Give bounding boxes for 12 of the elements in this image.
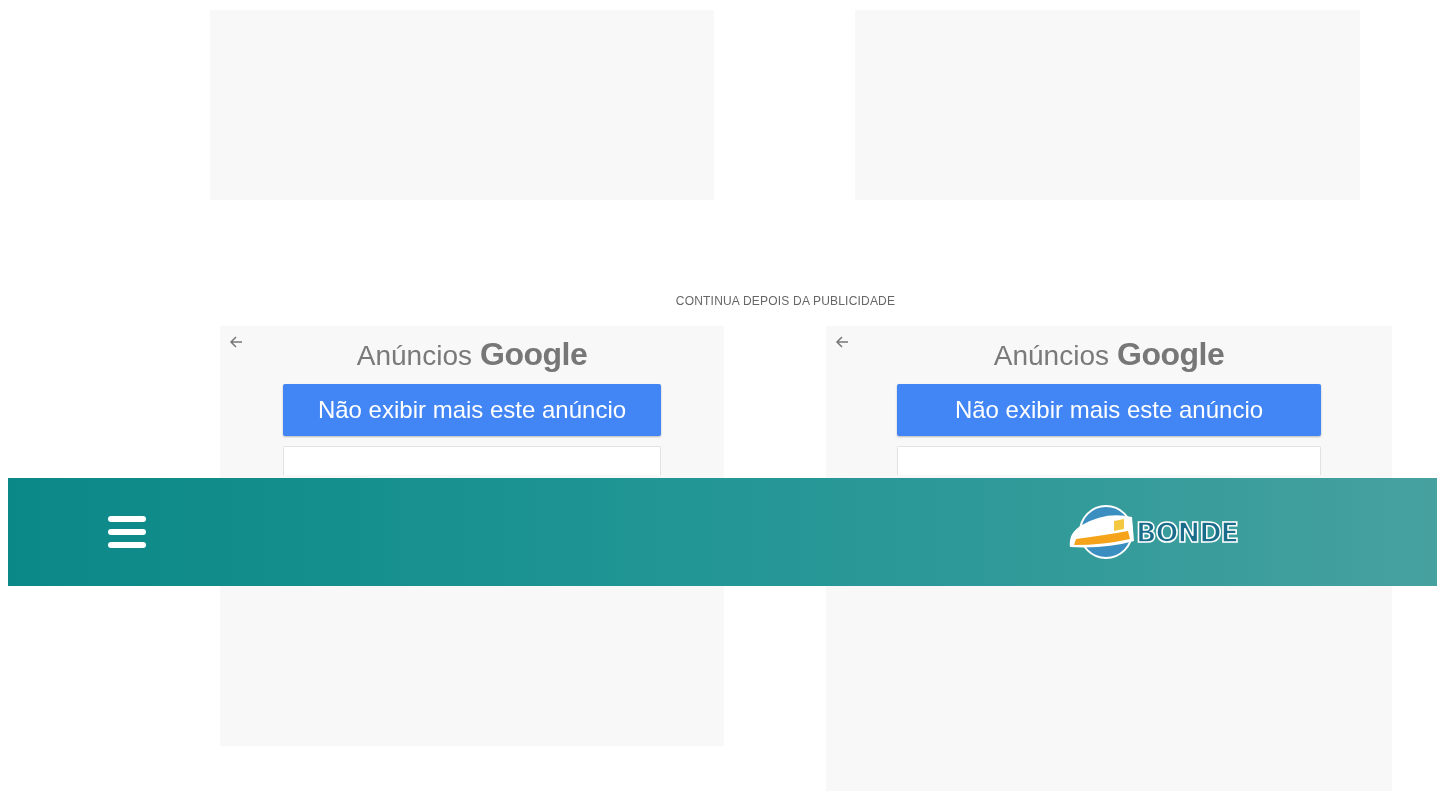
ad-label: Anúncios — [356, 340, 472, 372]
site-logo[interactable]: BONDE — [1066, 503, 1238, 561]
menu-icon[interactable] — [108, 515, 146, 549]
ad-brand: Google — [1117, 336, 1225, 373]
ad-label: Anúncios — [993, 340, 1109, 372]
ad-brand: Google — [480, 336, 588, 373]
hide-ad-button[interactable]: Não exibir mais este anúncio — [897, 384, 1321, 436]
ad-notice: CONTINUA DEPOIS DA PUBLICIDADE — [675, 294, 896, 308]
hide-ad-button[interactable]: Não exibir mais este anúncio — [283, 384, 661, 436]
logo-text: BONDE — [1136, 516, 1238, 548]
back-arrow-icon[interactable] — [228, 334, 244, 350]
back-arrow-icon[interactable] — [834, 334, 850, 350]
